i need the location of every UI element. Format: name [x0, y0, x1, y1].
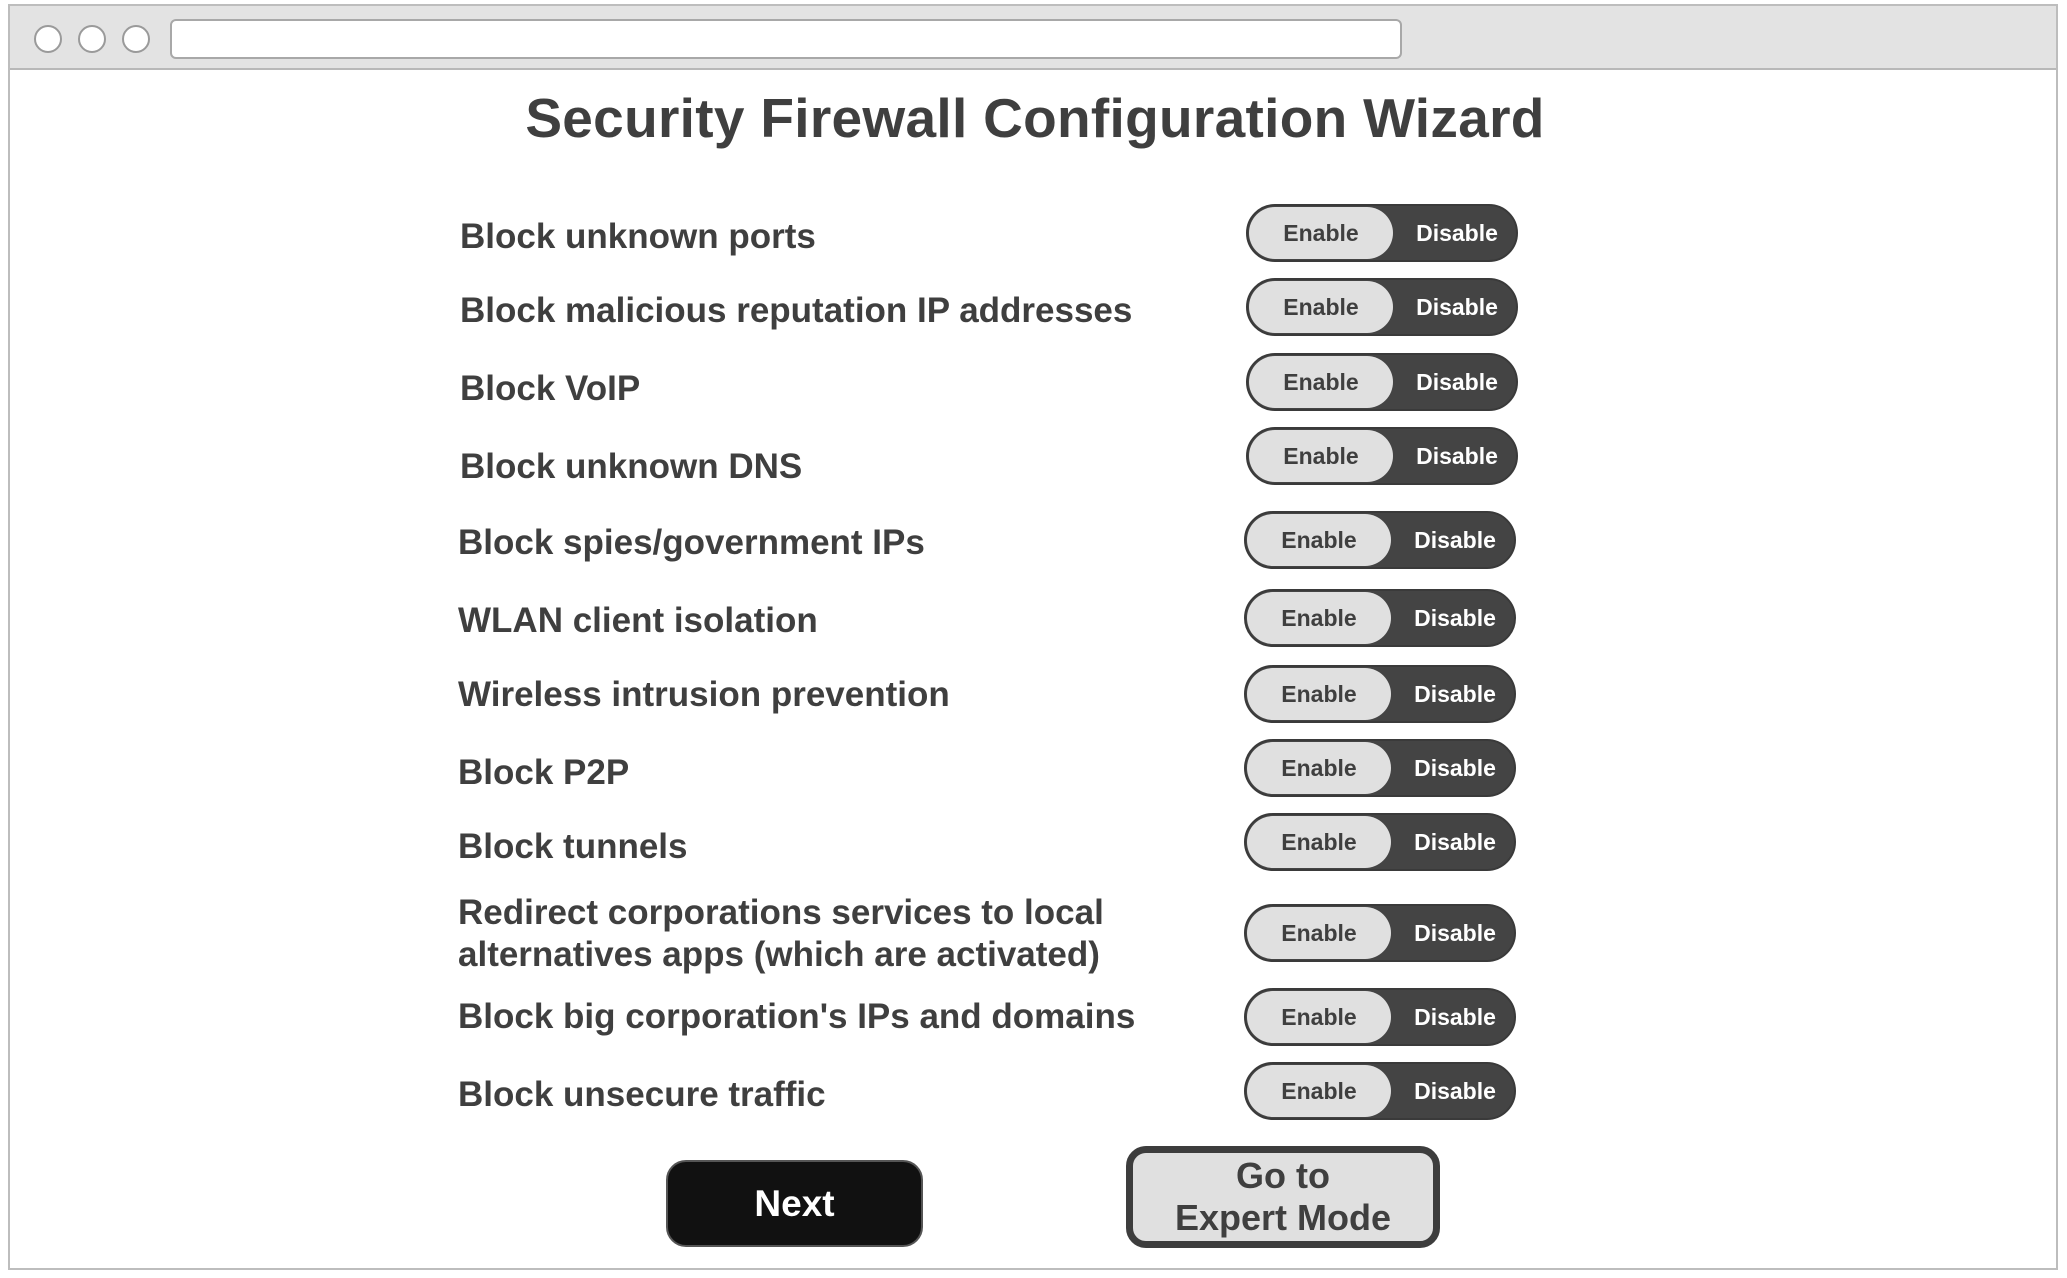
enable-disable-toggle[interactable]: Enable Disable — [1244, 665, 1516, 723]
toggle-enable-option[interactable]: Enable — [1249, 207, 1393, 259]
toggle-enable-option[interactable]: Enable — [1249, 430, 1393, 482]
toggle-disable-option[interactable]: Disable — [1394, 1064, 1514, 1118]
address-bar[interactable] — [170, 19, 1402, 59]
enable-disable-toggle[interactable]: Enable Disable — [1246, 278, 1518, 336]
browser-window: Security Firewall Configuration Wizard B… — [8, 4, 2058, 1270]
enable-disable-toggle[interactable]: Enable Disable — [1244, 589, 1516, 647]
toggle-enable-option[interactable]: Enable — [1247, 991, 1391, 1043]
window-close-icon[interactable] — [34, 25, 62, 53]
option-label: Block spies/government IPs — [458, 523, 925, 562]
option-label: Wireless intrusion prevention — [458, 675, 950, 714]
enable-disable-toggle[interactable]: Enable Disable — [1244, 511, 1516, 569]
enable-disable-toggle[interactable]: Enable Disable — [1246, 353, 1518, 411]
toggle-enable-option[interactable]: Enable — [1247, 592, 1391, 644]
toggle-disable-option[interactable]: Disable — [1396, 206, 1516, 260]
toggle-disable-option[interactable]: Disable — [1394, 815, 1514, 869]
toggle-disable-option[interactable]: Disable — [1396, 355, 1516, 409]
option-label: Redirect corporations services to local … — [458, 893, 1104, 974]
toggle-disable-option[interactable]: Disable — [1396, 280, 1516, 334]
enable-disable-toggle[interactable]: Enable Disable — [1244, 739, 1516, 797]
enable-disable-toggle[interactable]: Enable Disable — [1246, 204, 1518, 262]
toggle-disable-option[interactable]: Disable — [1394, 741, 1514, 795]
enable-disable-toggle[interactable]: Enable Disable — [1246, 427, 1518, 485]
toggle-enable-option[interactable]: Enable — [1247, 1065, 1391, 1117]
option-label: WLAN client isolation — [458, 601, 818, 640]
option-label: Block tunnels — [458, 827, 688, 866]
next-button[interactable]: Next — [666, 1160, 923, 1247]
toggle-disable-option[interactable]: Disable — [1394, 591, 1514, 645]
option-label: Block unsecure traffic — [458, 1075, 826, 1114]
enable-disable-toggle[interactable]: Enable Disable — [1244, 813, 1516, 871]
expert-mode-button[interactable]: Go to Expert Mode — [1126, 1146, 1440, 1248]
toggle-disable-option[interactable]: Disable — [1394, 990, 1514, 1044]
option-label: Block malicious reputation IP addresses — [460, 291, 1133, 330]
toggle-enable-option[interactable]: Enable — [1247, 816, 1391, 868]
toggle-enable-option[interactable]: Enable — [1247, 514, 1391, 566]
window-minimize-icon[interactable] — [78, 25, 106, 53]
enable-disable-toggle[interactable]: Enable Disable — [1244, 904, 1516, 962]
toggle-disable-option[interactable]: Disable — [1396, 429, 1516, 483]
toggle-enable-option[interactable]: Enable — [1249, 281, 1393, 333]
window-titlebar — [10, 6, 2056, 70]
window-maximize-icon[interactable] — [122, 25, 150, 53]
toggle-enable-option[interactable]: Enable — [1247, 907, 1391, 959]
enable-disable-toggle[interactable]: Enable Disable — [1244, 988, 1516, 1046]
toggle-disable-option[interactable]: Disable — [1394, 667, 1514, 721]
toggle-disable-option[interactable]: Disable — [1394, 513, 1514, 567]
toggle-enable-option[interactable]: Enable — [1247, 742, 1391, 794]
option-label: Block P2P — [458, 753, 630, 792]
toggle-enable-option[interactable]: Enable — [1249, 356, 1393, 408]
page-title: Security Firewall Configuration Wizard — [525, 87, 1545, 149]
option-label: Block unknown DNS — [460, 447, 803, 486]
enable-disable-toggle[interactable]: Enable Disable — [1244, 1062, 1516, 1120]
toggle-enable-option[interactable]: Enable — [1247, 668, 1391, 720]
option-label: Block unknown ports — [460, 217, 816, 256]
option-label: Block VoIP — [460, 369, 641, 408]
toggle-disable-option[interactable]: Disable — [1394, 906, 1514, 960]
option-label: Block big corporation's IPs and domains — [458, 997, 1136, 1036]
